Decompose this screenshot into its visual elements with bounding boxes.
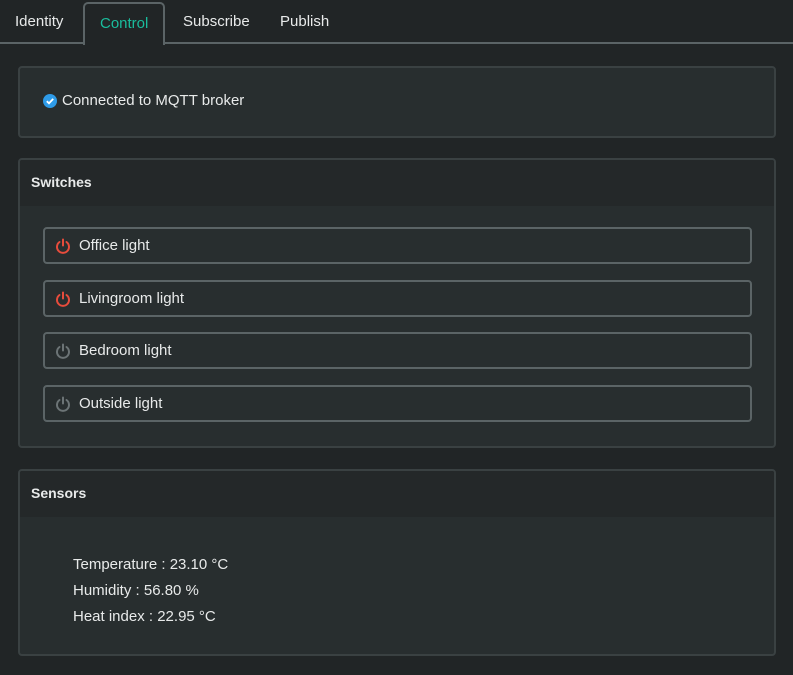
- tab-bar: Identity Control Subscribe Publish: [0, 2, 793, 45]
- switch-button[interactable]: Outside light: [43, 385, 752, 422]
- switch-button[interactable]: Livingroom light: [43, 280, 752, 317]
- switch-label: Outside light: [79, 395, 163, 412]
- check-circle-icon: [43, 93, 57, 108]
- power-icon: [56, 238, 70, 254]
- switch-label: Livingroom light: [79, 290, 185, 307]
- power-icon: [56, 291, 70, 307]
- power-icon: [56, 396, 70, 412]
- sensors-panel: Sensors Temperature : 23.10 °C Humidity …: [18, 469, 776, 656]
- switch-label: Bedroom light: [79, 342, 172, 359]
- switches-panel: Switches Office light Livingroom light Bed…: [18, 158, 776, 448]
- tab-identity[interactable]: Identity: [0, 2, 78, 44]
- switch-label: Office light: [79, 237, 150, 254]
- connection-panel: Connected to MQTT broker: [18, 66, 776, 138]
- switches-title: Switches: [20, 160, 774, 206]
- tab-subscribe[interactable]: Subscribe: [168, 2, 265, 44]
- sensor-temperature: Temperature : 23.10 °C: [73, 556, 229, 573]
- sensor-humidity: Humidity : 56.80 %: [73, 582, 199, 599]
- connection-status-text: Connected to MQTT broker: [62, 92, 245, 109]
- connection-status: Connected to MQTT broker: [43, 92, 244, 109]
- switch-button[interactable]: Office light: [43, 227, 752, 264]
- tab-control[interactable]: Control: [83, 2, 166, 45]
- tab-publish[interactable]: Publish: [265, 2, 344, 44]
- power-icon: [56, 343, 70, 359]
- sensors-title: Sensors: [20, 471, 774, 517]
- switch-button[interactable]: Bedroom light: [43, 332, 752, 369]
- sensor-heat-index: Heat index : 22.95 °C: [73, 608, 216, 625]
